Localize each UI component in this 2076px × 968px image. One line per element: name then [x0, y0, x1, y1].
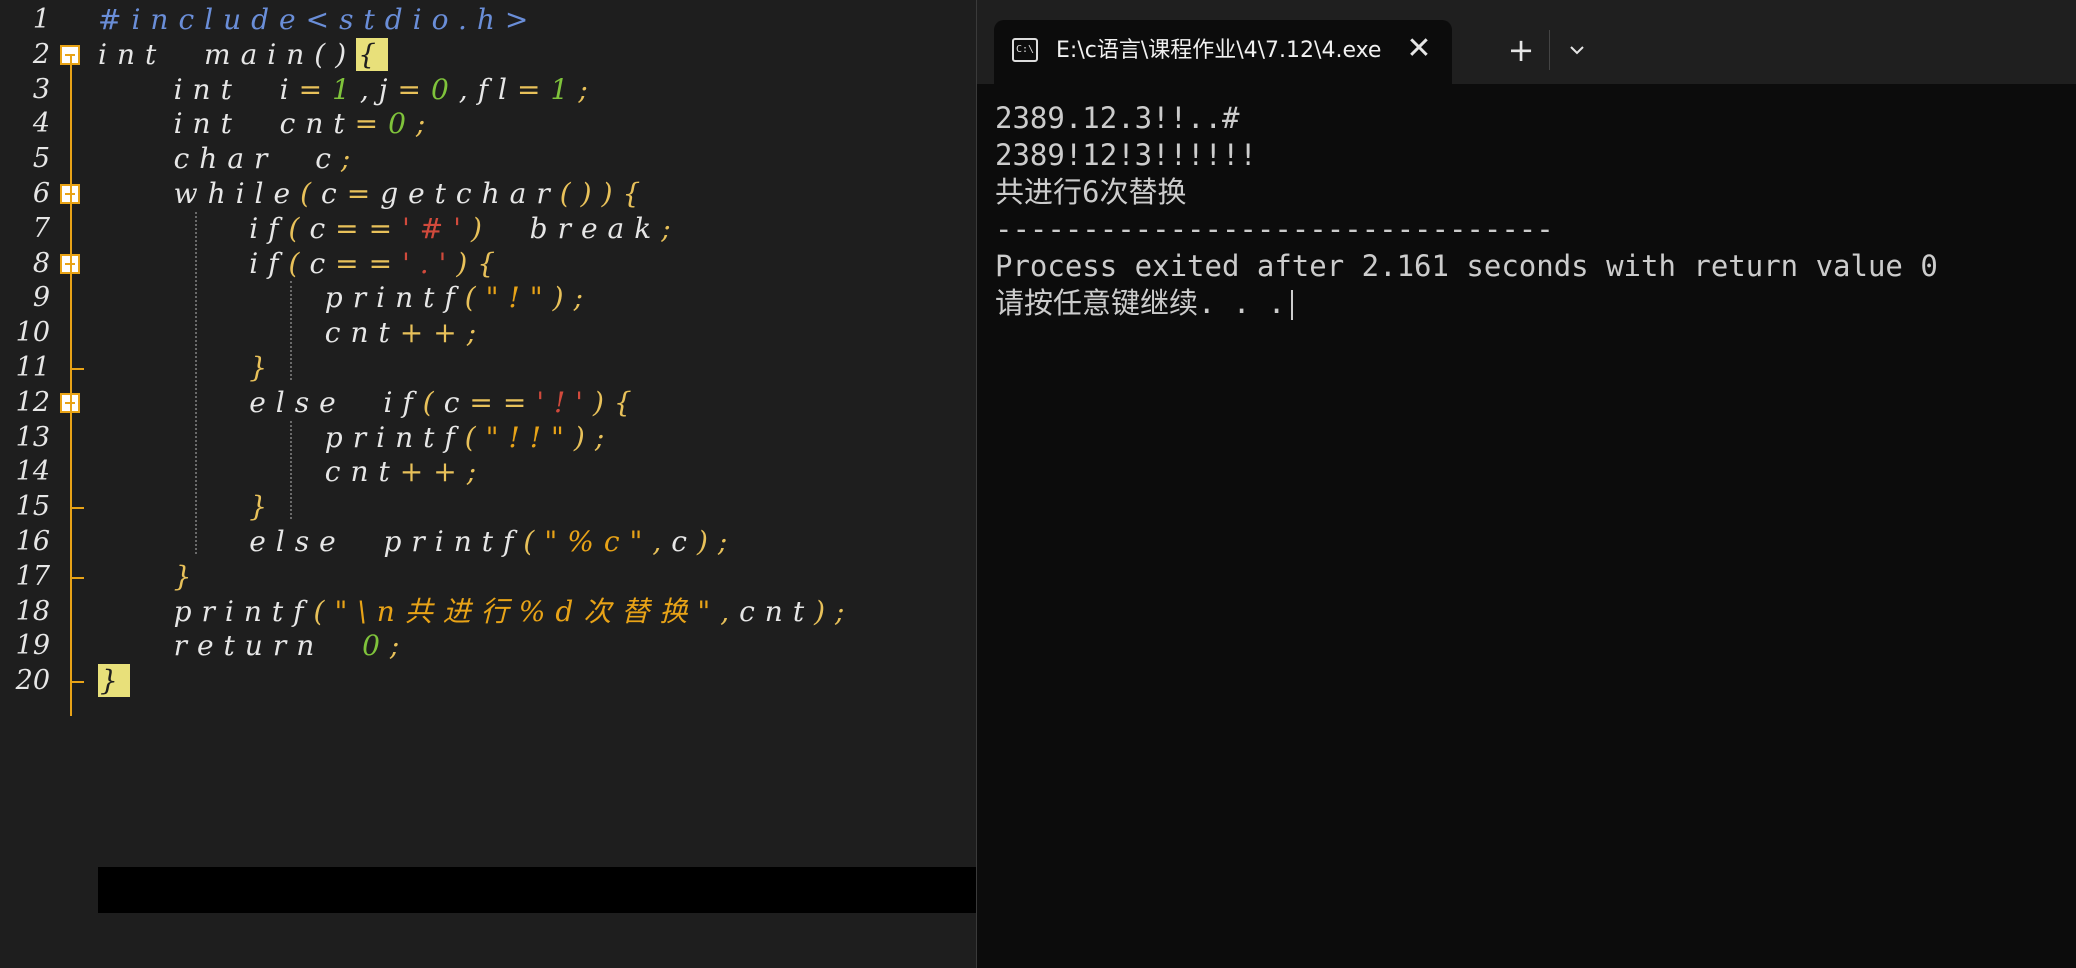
- current-line-highlight: [98, 867, 976, 913]
- code-token: c: [671, 525, 697, 558]
- close-icon[interactable]: ✕: [1402, 32, 1436, 66]
- terminal-line-text: 共进行6次替换: [995, 175, 1187, 209]
- code-line[interactable]: return 0;: [98, 623, 409, 669]
- terminal-line-text: 请按任意键继续. . .: [995, 286, 1286, 320]
- code-token: );: [573, 420, 615, 454]
- terminal-line: Process exited after 2.161 seconds with …: [995, 248, 1938, 285]
- code-token: ,: [652, 525, 672, 558]
- terminal-output[interactable]: 2389.12.3!!..# 2389!12!3!!!!!! 共进行6次替换 ----…: [995, 100, 1938, 322]
- code-token: 1: [550, 72, 579, 106]
- code-token: =: [517, 72, 551, 106]
- terminal-line-text: 2389!12!3!!!!!!: [995, 138, 1257, 172]
- fold-range-line: [70, 54, 72, 716]
- code-token: ,fl: [458, 72, 518, 106]
- terminal-tab[interactable]: C:\ E:\c语言\课程作业\4\7.12\4.exe ✕: [994, 20, 1452, 84]
- code-editor[interactable]: 1 2 3 4 5 6 7 8 9 10 11 12 13 14 15 16 17 18 19 20 #include…: [0, 0, 976, 968]
- code-token: );: [696, 525, 738, 558]
- code-token: ++;: [399, 455, 487, 489]
- code-token: ++;: [399, 316, 487, 350]
- line-number: 20: [15, 665, 50, 697]
- code-token: (: [523, 525, 545, 558]
- fold-end-marker: [70, 576, 84, 579]
- code-token: 0: [388, 107, 416, 141]
- code-token: "!": [485, 281, 553, 315]
- code-token: break: [529, 211, 662, 245]
- chevron-down-icon[interactable]: [1557, 30, 1597, 70]
- code-token: "%c": [544, 525, 653, 558]
- terminal-line-text: --------------------------------: [995, 212, 1554, 246]
- code-token: ,: [720, 594, 740, 628]
- terminal-line-text: Process exited after 2.161 seconds with …: [995, 249, 1938, 283]
- code-token: ;: [389, 629, 410, 663]
- code-token: );: [814, 594, 855, 628]
- code-token: "!!": [485, 420, 574, 454]
- fold-end-marker: [70, 507, 84, 510]
- tab-title: E:\c语言\课程作业\4\7.12\4.exe: [1056, 38, 1382, 63]
- terminal-line: 2389!12!3!!!!!!: [995, 137, 1938, 174]
- fold-end-marker: [70, 368, 84, 370]
- terminal-line: 请按任意键继续. . .: [995, 285, 1938, 322]
- line-number-gutter: 1 2 3 4 5 6 7 8 9 10 11 12 13 14 15 16 17 18 19 20: [0, 0, 95, 930]
- terminal-line-text: 2389.12.3!!..#: [995, 101, 1240, 135]
- code-token: ;: [415, 107, 436, 141]
- text-cursor: [1291, 290, 1294, 320]
- tab-separator: [1549, 30, 1550, 70]
- terminal-line: --------------------------------: [995, 211, 1938, 248]
- code-token: return: [98, 629, 363, 663]
- terminal-line: 共进行6次替换: [995, 174, 1938, 211]
- new-tab-button[interactable]: +: [1501, 30, 1541, 70]
- code-token: );: [552, 281, 594, 315]
- terminal-window[interactable]: C:\ E:\c语言\课程作业\4\7.12\4.exe ✕ + 2389.12…: [976, 0, 2076, 968]
- code-token: ;: [578, 72, 598, 106]
- terminal-line: 2389.12.3!!..#: [995, 100, 1938, 137]
- terminal-titlebar: C:\ E:\c语言\课程作业\4\7.12\4.exe ✕ +: [977, 0, 2076, 84]
- code-token: cnt: [739, 594, 815, 628]
- code-token: }: [98, 664, 130, 698]
- console-icon: C:\: [1012, 38, 1038, 62]
- fold-end-marker: [70, 681, 84, 684]
- code-token: 0: [362, 629, 390, 663]
- code-token: ;: [661, 211, 681, 245]
- code-line[interactable]: }: [98, 658, 130, 704]
